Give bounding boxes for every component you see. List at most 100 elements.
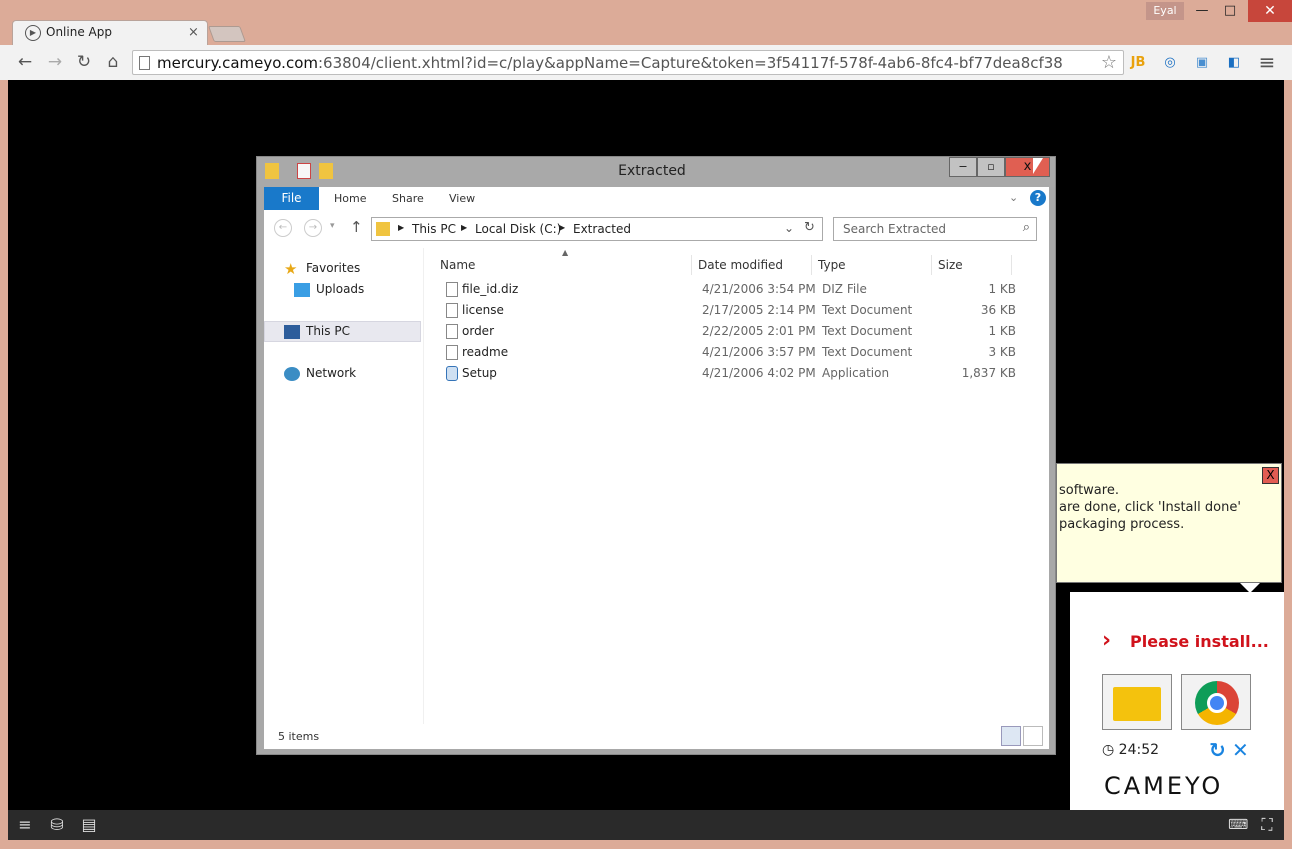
storage-icon[interactable]: ⛁ — [48, 816, 66, 834]
cameyo-panel: › Please install... ◷ 24:52 ↻ ✕ CAMEYO — [1070, 592, 1284, 810]
reload-icon[interactable]: ↻ — [73, 51, 95, 73]
chevron-down-icon[interactable]: ⌄ — [784, 221, 794, 235]
browser-tab[interactable]: ▶ Online App × — [12, 20, 208, 45]
file-type: Application — [822, 366, 890, 380]
extension-icon[interactable]: ◎ — [1160, 53, 1180, 73]
refresh-icon[interactable]: ↻ — [804, 220, 815, 235]
status-bar: 5 items — [264, 724, 1049, 749]
forward-icon[interactable]: → — [44, 51, 66, 73]
url-text[interactable]: mercury.cameyo.com:63804/client.xhtml?id… — [157, 54, 1063, 72]
cancel-icon[interactable]: ✕ — [1232, 738, 1249, 762]
table-row[interactable]: order 2/22/2005 2:01 PM Text Document 1 … — [434, 321, 1034, 342]
table-row[interactable]: file_id.diz 4/21/2006 3:54 PM DIZ File 1… — [434, 279, 1034, 300]
breadcrumb-this-pc[interactable]: This PC — [412, 222, 456, 236]
chevron-right-icon: ▶ — [398, 223, 405, 232]
computer-icon — [284, 324, 300, 339]
menu-icon[interactable]: ≡ — [16, 816, 34, 834]
back-icon[interactable]: ← — [14, 51, 36, 73]
extension-icon-2[interactable]: ◧ — [1224, 53, 1244, 73]
file-type: Text Document — [822, 345, 913, 359]
network-icon — [284, 366, 300, 381]
chevron-right-icon: ▶ — [559, 223, 566, 232]
file-size: 3 KB — [988, 345, 1016, 359]
file-size: 1,837 KB — [961, 366, 1016, 380]
recent-dropdown-icon[interactable]: ▾ — [330, 221, 335, 231]
item-count: 5 items — [278, 730, 320, 743]
explorer-maximize-button[interactable]: ▫ — [977, 157, 1005, 177]
explorer-content: ★ Favorites Uploads This PC Network ▲ Nam… — [264, 248, 1049, 724]
tab-close-icon[interactable]: × — [188, 25, 199, 40]
explorer-title-bar[interactable]: Extracted ‒ ▫ x — [257, 157, 1055, 187]
jb-extension-icon[interactable]: JB — [1128, 53, 1148, 73]
setup-app-icon — [446, 366, 458, 381]
chrome-icon — [1195, 681, 1239, 725]
file-size: 1 KB — [988, 324, 1016, 338]
ribbon-expand-icon[interactable]: ⌄ — [1009, 191, 1018, 204]
up-arrow-icon[interactable]: ↑ — [350, 218, 363, 236]
breadcrumb-local-disk[interactable]: Local Disk (C:) — [475, 222, 561, 236]
breadcrumb[interactable]: ▶ This PC ▶ Local Disk (C:) ▶ Extracted … — [371, 217, 823, 241]
tab-view[interactable]: View — [449, 192, 475, 205]
large-icons-view-icon[interactable] — [1023, 726, 1043, 746]
table-row[interactable]: license 2/17/2005 2:14 PM Text Document … — [434, 300, 1034, 321]
bookmark-star-icon[interactable]: ☆ — [1101, 52, 1117, 73]
search-placeholder: Search Extracted — [843, 222, 947, 236]
column-header-type[interactable]: Type — [812, 255, 932, 275]
back-arrow-icon[interactable]: ← — [274, 219, 292, 237]
network-share-icon[interactable]: ▤ — [80, 816, 98, 834]
details-view-icon[interactable] — [1001, 726, 1021, 746]
column-header-date[interactable]: Date modified — [692, 255, 812, 275]
column-header-name[interactable]: Name — [434, 255, 692, 275]
camera-extension-icon[interactable]: ▣ — [1192, 53, 1212, 73]
window-maximize-button[interactable]: □ — [1216, 2, 1244, 20]
tab-share[interactable]: Share — [392, 192, 424, 205]
fullscreen-icon[interactable]: ⛶ — [1258, 816, 1276, 834]
search-input[interactable]: Search Extracted ⌕ — [833, 217, 1037, 241]
file-size: 36 KB — [980, 303, 1016, 317]
play-icon: ▶ — [25, 25, 41, 41]
uploads-icon — [294, 282, 310, 297]
tab-title: Online App — [46, 25, 112, 39]
address-bar[interactable]: mercury.cameyo.com:63804/client.xhtml?id… — [132, 50, 1124, 75]
file-explorer-window: Extracted ‒ ▫ x File Home Share View ⌄ ?… — [256, 156, 1056, 755]
explorer-close-button[interactable]: x — [1005, 157, 1050, 177]
menu-icon[interactable]: ≡ — [1256, 51, 1278, 73]
file-icon — [446, 282, 458, 297]
breadcrumb-extracted[interactable]: Extracted — [573, 222, 631, 236]
explorer-title: Extracted — [618, 163, 686, 179]
table-row[interactable]: Setup 4/21/2006 4:02 PM Application 1,83… — [434, 363, 1034, 384]
table-row[interactable]: readme 4/21/2006 3:57 PM Text Document 3… — [434, 342, 1034, 363]
forward-arrow-icon[interactable]: → — [304, 219, 322, 237]
explorer-minimize-button[interactable]: ‒ — [949, 157, 977, 177]
new-tab-button[interactable] — [208, 26, 246, 42]
chrome-app-button[interactable] — [1181, 674, 1251, 730]
tab-file[interactable]: File — [264, 187, 319, 210]
timer-value: 24:52 — [1118, 742, 1160, 758]
star-icon: ★ — [284, 259, 298, 278]
nav-favorites[interactable]: ★ Favorites — [284, 258, 360, 278]
tab-home[interactable]: Home — [334, 192, 366, 205]
chevron-right-icon: ▶ — [461, 223, 468, 232]
refresh-icon[interactable]: ↻ — [1209, 738, 1226, 762]
nav-uploads[interactable]: Uploads — [294, 279, 364, 299]
tooltip-close-button[interactable]: X — [1262, 467, 1279, 484]
home-icon[interactable]: ⌂ — [102, 51, 124, 73]
help-icon[interactable]: ? — [1030, 190, 1046, 206]
file-date: 2/22/2005 2:01 PM — [702, 324, 816, 338]
profile-badge[interactable]: Eyal — [1146, 2, 1184, 20]
column-header-size[interactable]: Size — [932, 255, 1012, 275]
nav-this-pc[interactable]: This PC — [284, 321, 350, 341]
keyboard-icon[interactable]: ⌨ — [1228, 816, 1248, 834]
page-icon — [139, 56, 150, 70]
text-file-icon — [446, 324, 458, 339]
window-minimize-button[interactable]: — — [1188, 2, 1216, 20]
file-type: Text Document — [822, 303, 913, 317]
window-close-button[interactable]: ✕ — [1248, 0, 1292, 22]
text-file-icon — [446, 303, 458, 318]
remote-session-bar: ≡ ⛁ ▤ ⌨ ⛶ — [8, 810, 1284, 840]
browser-window: ▶ Online App × Eyal — □ ✕ ← → ↻ ⌂ mercur… — [0, 0, 1292, 849]
explorer-app-button[interactable] — [1102, 674, 1172, 730]
nav-network[interactable]: Network — [284, 363, 356, 383]
file-type: Text Document — [822, 324, 913, 338]
cameyo-logo: CAMEYO — [1104, 772, 1224, 800]
